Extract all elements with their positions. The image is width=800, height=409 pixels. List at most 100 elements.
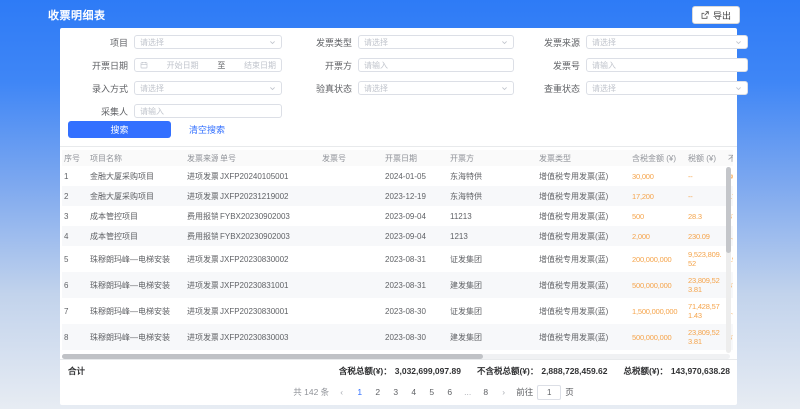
table-cell	[320, 232, 383, 240]
table-cell: JXFP20230830002	[218, 251, 320, 268]
filter-label: 采集人	[68, 105, 128, 118]
table-header-cell: 开票方	[448, 152, 537, 165]
table-row: 3成本管控项目费用报销FYBX202309020032023-09-041121…	[62, 206, 733, 226]
page-button-5[interactable]: 5	[426, 387, 437, 397]
filter-input-采集人[interactable]: 请输入	[134, 104, 282, 118]
table-cell: 进项发票	[185, 188, 218, 205]
filter-input-发票号[interactable]: 请输入	[586, 58, 748, 72]
table-cell: 进项发票	[185, 277, 218, 294]
table-cell	[320, 212, 383, 220]
page-button-3[interactable]: 3	[390, 387, 401, 397]
table-cell	[320, 255, 383, 263]
table-cell: 增值税专用发票(蓝)	[537, 228, 630, 245]
table-cell: 2023-08-30	[383, 303, 448, 320]
table-cell: 3	[62, 208, 88, 225]
search-button[interactable]: 搜索	[68, 121, 171, 138]
placeholder: 请选择	[140, 37, 266, 48]
table-cell	[320, 307, 383, 315]
filter-select-发票类型[interactable]: 请选择	[358, 35, 514, 49]
summary-item-label: 含税总额(¥)：	[339, 366, 392, 376]
vertical-scrollbar-thumb[interactable]	[726, 167, 731, 253]
filter-panel: 项目请选择发票类型请选择发票来源请选择开票日期开始日期至结束日期开票方请输入发票…	[68, 35, 748, 118]
chevron-down-icon	[735, 39, 742, 46]
table-cell: 5	[62, 251, 88, 268]
table-cell	[320, 281, 383, 289]
page-button-2[interactable]: 2	[372, 387, 383, 397]
summary-values: 含税总额(¥)：3,032,699,097.89不含税总额(¥)：2,888,7…	[339, 365, 730, 377]
table-cell: 8	[62, 329, 88, 346]
prev-page-button[interactable]: ‹	[336, 387, 347, 397]
placeholder: 请输入	[364, 60, 508, 71]
export-button[interactable]: 导出	[692, 6, 740, 24]
table-cell: 增值税专用发票(蓝)	[537, 303, 630, 320]
placeholder: 请选择	[140, 83, 266, 94]
table-cell: 金融大厦采购项目	[88, 188, 185, 205]
table-cell	[320, 333, 383, 341]
chevron-down-icon	[501, 85, 508, 92]
page-button-6[interactable]: 6	[444, 387, 455, 397]
table-cell: 增值税专用发票(蓝)	[537, 251, 630, 268]
filter-label: 发票类型	[288, 36, 352, 49]
page-button-4[interactable]: 4	[408, 387, 419, 397]
table-cell: 增值税专用发票(蓝)	[537, 168, 630, 185]
table-row: 6珠穆朗玛峰—电梯安装进项发票JXFP202308310012023-08-31…	[62, 272, 733, 298]
table-cell: --	[686, 188, 726, 205]
summary-item: 总税额(¥)：143,970,638.28	[624, 365, 730, 377]
table-cell: 2023-08-31	[383, 251, 448, 268]
filter-daterange-开票日期[interactable]: 开始日期至结束日期	[134, 58, 282, 72]
filter-label: 项目	[68, 36, 128, 49]
filter-label: 开票日期	[68, 59, 128, 72]
table-cell: 增值税专用发票(蓝)	[537, 277, 630, 294]
table-cell: 增值税专用发票(蓝)	[537, 329, 630, 346]
filter-label: 录入方式	[68, 82, 128, 95]
table-cell: 费用报销	[185, 208, 218, 225]
page-button-1[interactable]: 1	[354, 387, 365, 397]
filter-select-项目[interactable]: 请选择	[134, 35, 282, 49]
goto-suffix: 页	[565, 386, 574, 398]
table-cell: 11213	[448, 208, 537, 225]
filter-actions: 搜索 清空搜索	[68, 121, 225, 138]
goto-page-input[interactable]	[537, 385, 561, 400]
next-page-button[interactable]: ›	[498, 387, 509, 397]
filter-label: 开票方	[288, 59, 352, 72]
table-header-cell: 单号	[218, 152, 320, 165]
table-cell: JXFP20240105001	[218, 168, 320, 185]
table-cell: 证发集团	[448, 251, 537, 268]
placeholder: 请选择	[364, 37, 498, 48]
filter-select-验真状态[interactable]: 请选择	[358, 81, 514, 95]
table-row: 1金融大厦采购项目进项发票JXFP202401050012024-01-05东海…	[62, 166, 733, 186]
date-start-placeholder: 开始日期	[167, 60, 199, 71]
calendar-icon	[140, 61, 148, 69]
table-cell: 金融大厦采购项目	[88, 168, 185, 185]
page-ellipsis: ...	[462, 387, 473, 397]
table-row: 8珠穆朗玛峰—电梯安装进项发票JXFP202308300032023-08-30…	[62, 324, 733, 350]
clear-search-link[interactable]: 清空搜索	[189, 123, 225, 136]
pagination: 共 142 条‹123456...8›前往页	[60, 381, 737, 403]
section-divider	[60, 146, 737, 147]
goto-page: 前往页	[516, 385, 574, 400]
table-cell	[320, 192, 383, 200]
table-cell: 23,809,523.81	[686, 272, 726, 298]
filter-select-录入方式[interactable]: 请选择	[134, 81, 282, 95]
table-row: 5珠穆朗玛峰—电梯安装进项发票JXFP202308300022023-08-31…	[62, 246, 733, 272]
filter-label: 验真状态	[288, 82, 352, 95]
table-cell: 2023-09-04	[383, 228, 448, 245]
table-cell: --	[686, 168, 726, 185]
table-cell: 珠穆朗玛峰—电梯安装	[88, 277, 185, 294]
summary-item-value: 2,888,728,459.62	[541, 366, 607, 376]
vertical-scrollbar[interactable]	[726, 167, 731, 353]
filter-input-开票方[interactable]: 请输入	[358, 58, 514, 72]
summary-item: 含税总额(¥)：3,032,699,097.89	[339, 365, 461, 377]
date-separator: 至	[217, 60, 225, 71]
table-cell: 成本管控项目	[88, 228, 185, 245]
table-cell: 2	[62, 188, 88, 205]
summary-item-label: 总税额(¥)：	[624, 366, 668, 376]
table-cell: 珠穆朗玛峰—电梯安装	[88, 329, 185, 346]
table-cell: 2023-08-31	[383, 277, 448, 294]
table-cell: 证发集团	[448, 303, 537, 320]
page-button-8[interactable]: 8	[480, 387, 491, 397]
table-cell: FYBX20230902003	[218, 208, 320, 225]
filter-select-发票来源[interactable]: 请选择	[586, 35, 748, 49]
filter-select-查重状态[interactable]: 请选择	[586, 81, 748, 95]
page: 收票明细表 导出 项目请选择发票类型请选择发票来源请选择开票日期开始日期至结束日…	[0, 0, 800, 409]
